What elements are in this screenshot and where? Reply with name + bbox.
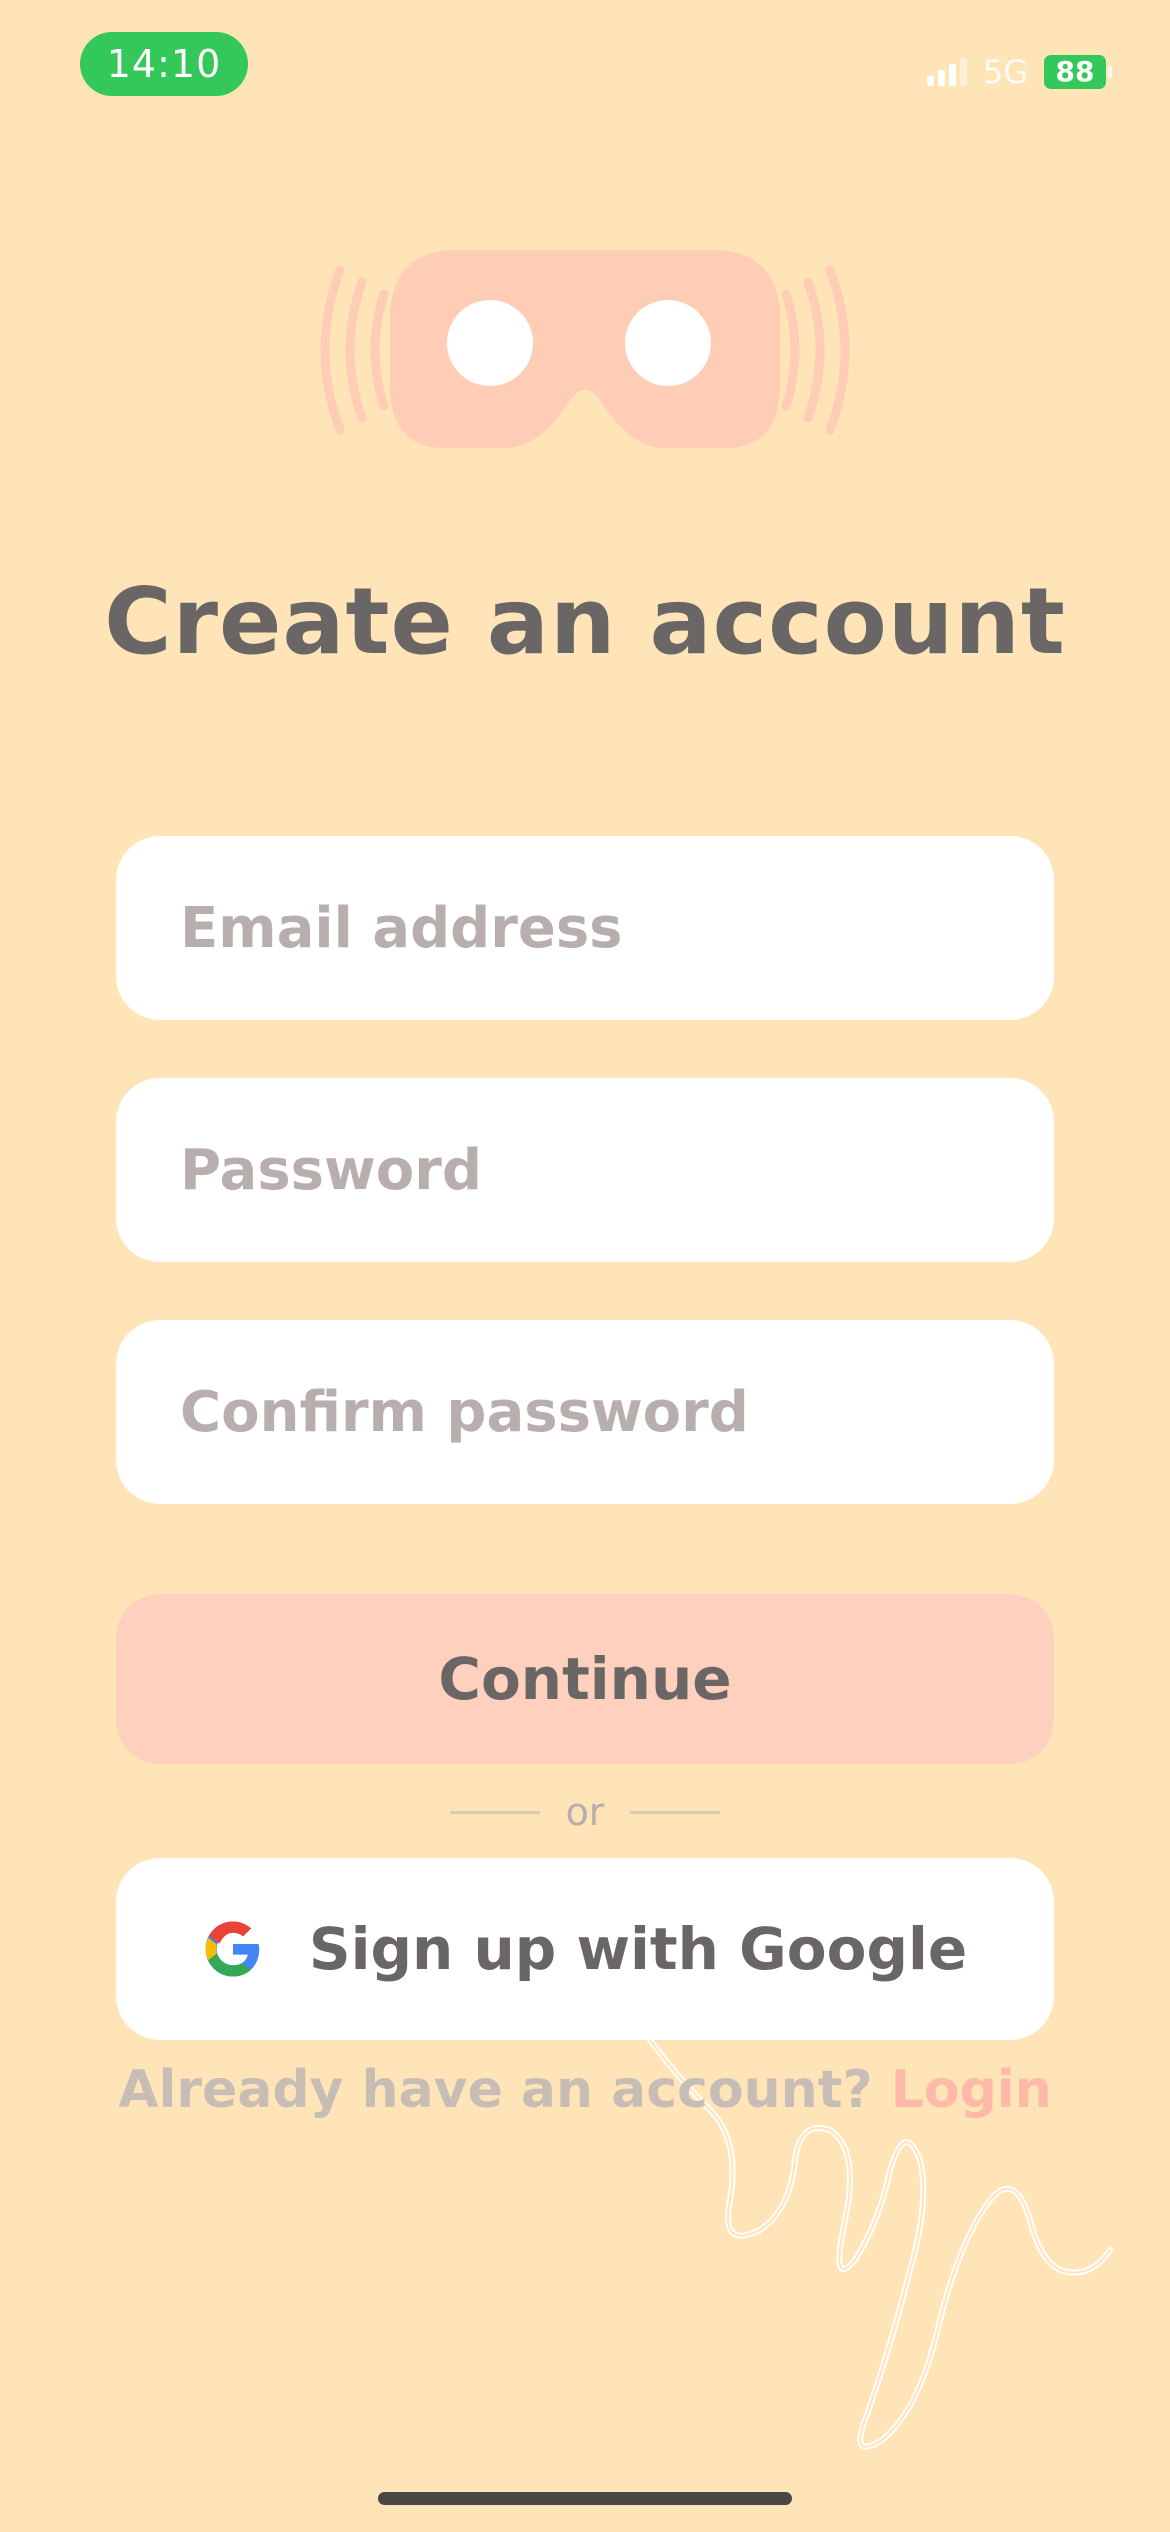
battery-level: 88 (1055, 55, 1095, 88)
status-time: 14:10 (80, 32, 248, 96)
continue-button[interactable]: Continue (116, 1594, 1054, 1764)
google-signup-button[interactable]: Sign up with Google (116, 1858, 1054, 2040)
divider-line-left (449, 1810, 540, 1814)
home-indicator[interactable] (378, 2492, 792, 2505)
email-field-container (116, 836, 1054, 1020)
divider-text: or (565, 1790, 605, 1834)
status-indicators: 5G 88 (926, 52, 1112, 92)
confirm-password-field-container (116, 1320, 1054, 1504)
confirm-password-field[interactable] (178, 1378, 1054, 1446)
vr-headset-mascot-icon (320, 250, 850, 448)
email-field[interactable] (178, 894, 1054, 962)
login-prompt: Already have an account? Login (0, 2060, 1170, 2120)
network-type: 5G (982, 53, 1028, 91)
password-field[interactable] (178, 1136, 1054, 1204)
cellular-signal-icon (926, 58, 967, 86)
page-title: Create an account (104, 568, 1066, 675)
battery-icon: 88 (1044, 55, 1112, 89)
divider-line-right (630, 1810, 721, 1814)
login-prompt-text: Already have an account? (118, 2060, 873, 2120)
google-button-label: Sign up with Google (308, 1915, 968, 1983)
password-field-container (116, 1078, 1054, 1262)
login-link[interactable]: Login (891, 2060, 1052, 2120)
google-icon (205, 1921, 260, 1977)
or-divider: or (0, 1790, 1170, 1834)
